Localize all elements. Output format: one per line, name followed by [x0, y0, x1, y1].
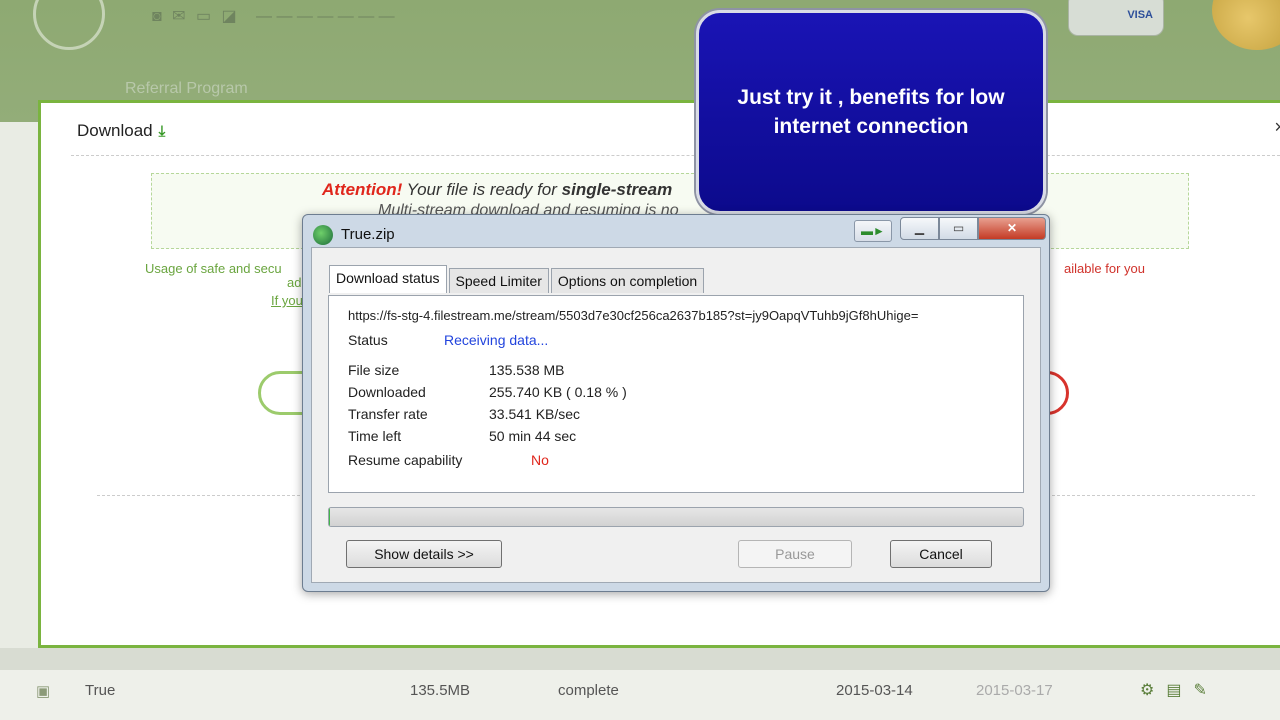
visa-badge: VISA — [1068, 0, 1164, 36]
attention-line: Attention! Your file is ready for single… — [322, 180, 672, 200]
payment-icons: ◙ ✉ ▭ ◪ — [152, 8, 240, 25]
maximize-icon[interactable]: ▭ — [939, 217, 978, 240]
time-left-label: Time left — [348, 428, 402, 444]
header-phone: — — — — — — — — [256, 8, 395, 25]
transfer-rate-label: Transfer rate — [348, 406, 428, 422]
progress-fill — [329, 508, 331, 526]
file-expiry: 2015-03-17 — [976, 682, 1053, 699]
time-left-value: 50 min 44 sec — [489, 428, 577, 444]
file-size-value: 135.538 MB — [489, 362, 565, 378]
files-table: ▣ True 135.5MB complete 2015-03-14 2015-… — [0, 648, 1280, 720]
attention-text: Your file is ready for — [402, 180, 562, 199]
resume-capability-value: No — [531, 452, 549, 468]
dialog-title: True.zip — [341, 226, 395, 243]
minimize-icon[interactable]: ▁ — [900, 217, 939, 240]
dialog-body: Download status Speed Limiter Options on… — [311, 247, 1041, 583]
downloaded-value: 255.740 KB ( 0.18 % ) — [489, 384, 627, 400]
download-dialog: True.zip ▬► ▁ ▭ ✕ Download status Speed … — [302, 214, 1050, 592]
row-action-icons[interactable]: ⚙▤✎ — [1140, 680, 1219, 700]
usage-text-right: ailable for you — [1064, 261, 1145, 276]
divider — [71, 155, 1280, 156]
usage-text: Usage of safe and secu — [145, 261, 282, 276]
mouse-cursor-icon — [782, 463, 791, 489]
file-size-label: File size — [348, 362, 400, 378]
gold-coin-icon — [1212, 0, 1280, 50]
file-name: True — [85, 682, 116, 699]
file-icon: ▣ — [36, 683, 51, 700]
annotation-callout: Just try it , benefits for low internet … — [696, 10, 1046, 214]
show-details-button[interactable]: Show details >> — [346, 540, 502, 568]
table-header — [0, 648, 1280, 670]
close-icon[interactable]: ✕ — [978, 217, 1046, 240]
pause-button[interactable]: Pause — [738, 540, 852, 568]
referral-link[interactable]: Referral Program — [125, 80, 248, 98]
file-date: 2015-03-14 — [836, 682, 913, 699]
tab-options-on-completion[interactable]: Options on completion — [550, 268, 705, 293]
tab-bar: Download status Speed Limiter Options on… — [329, 265, 706, 293]
file-size: 135.5MB — [410, 682, 471, 699]
status-value: Receiving data... — [444, 332, 549, 348]
attention-bold: single-stream — [561, 180, 673, 199]
tab-speed-limiter[interactable]: Speed Limiter — [448, 268, 549, 293]
usage-text-2: ad — [287, 275, 302, 290]
download-icon: ⤓ — [158, 123, 166, 140]
attention-label: Attention! — [322, 180, 403, 199]
tab-download-status[interactable]: Download status — [329, 265, 447, 293]
downloaded-label: Downloaded — [348, 384, 426, 400]
download-status-panel: https://fs-stg-4.filestream.me/stream/55… — [328, 295, 1024, 493]
resume-capability-label: Resume capability — [348, 452, 463, 468]
transfer-rate-value: 33.541 KB/sec — [489, 406, 581, 422]
app-globe-icon — [313, 225, 333, 245]
header-logo-circle — [33, 0, 105, 50]
file-status: complete — [558, 682, 619, 699]
status-label: Status — [348, 332, 388, 348]
table-row[interactable]: ▣ True 135.5MB complete 2015-03-14 2015-… — [0, 670, 1280, 720]
info-link[interactable]: If you — [271, 293, 303, 308]
window-controls: ▁ ▭ ✕ — [900, 217, 1046, 240]
download-title-text: Download — [77, 121, 153, 140]
callout-text: Just try it , benefits for low internet … — [737, 86, 1005, 138]
download-progress-bar — [328, 507, 1024, 527]
hide-to-tray-button[interactable]: ▬► — [854, 220, 892, 242]
cancel-button[interactable]: Cancel — [890, 540, 992, 568]
panel-close-icon[interactable]: × — [1274, 117, 1280, 138]
download-panel-title: Download ⤓ — [77, 121, 165, 141]
download-url: https://fs-stg-4.filestream.me/stream/55… — [348, 308, 919, 323]
